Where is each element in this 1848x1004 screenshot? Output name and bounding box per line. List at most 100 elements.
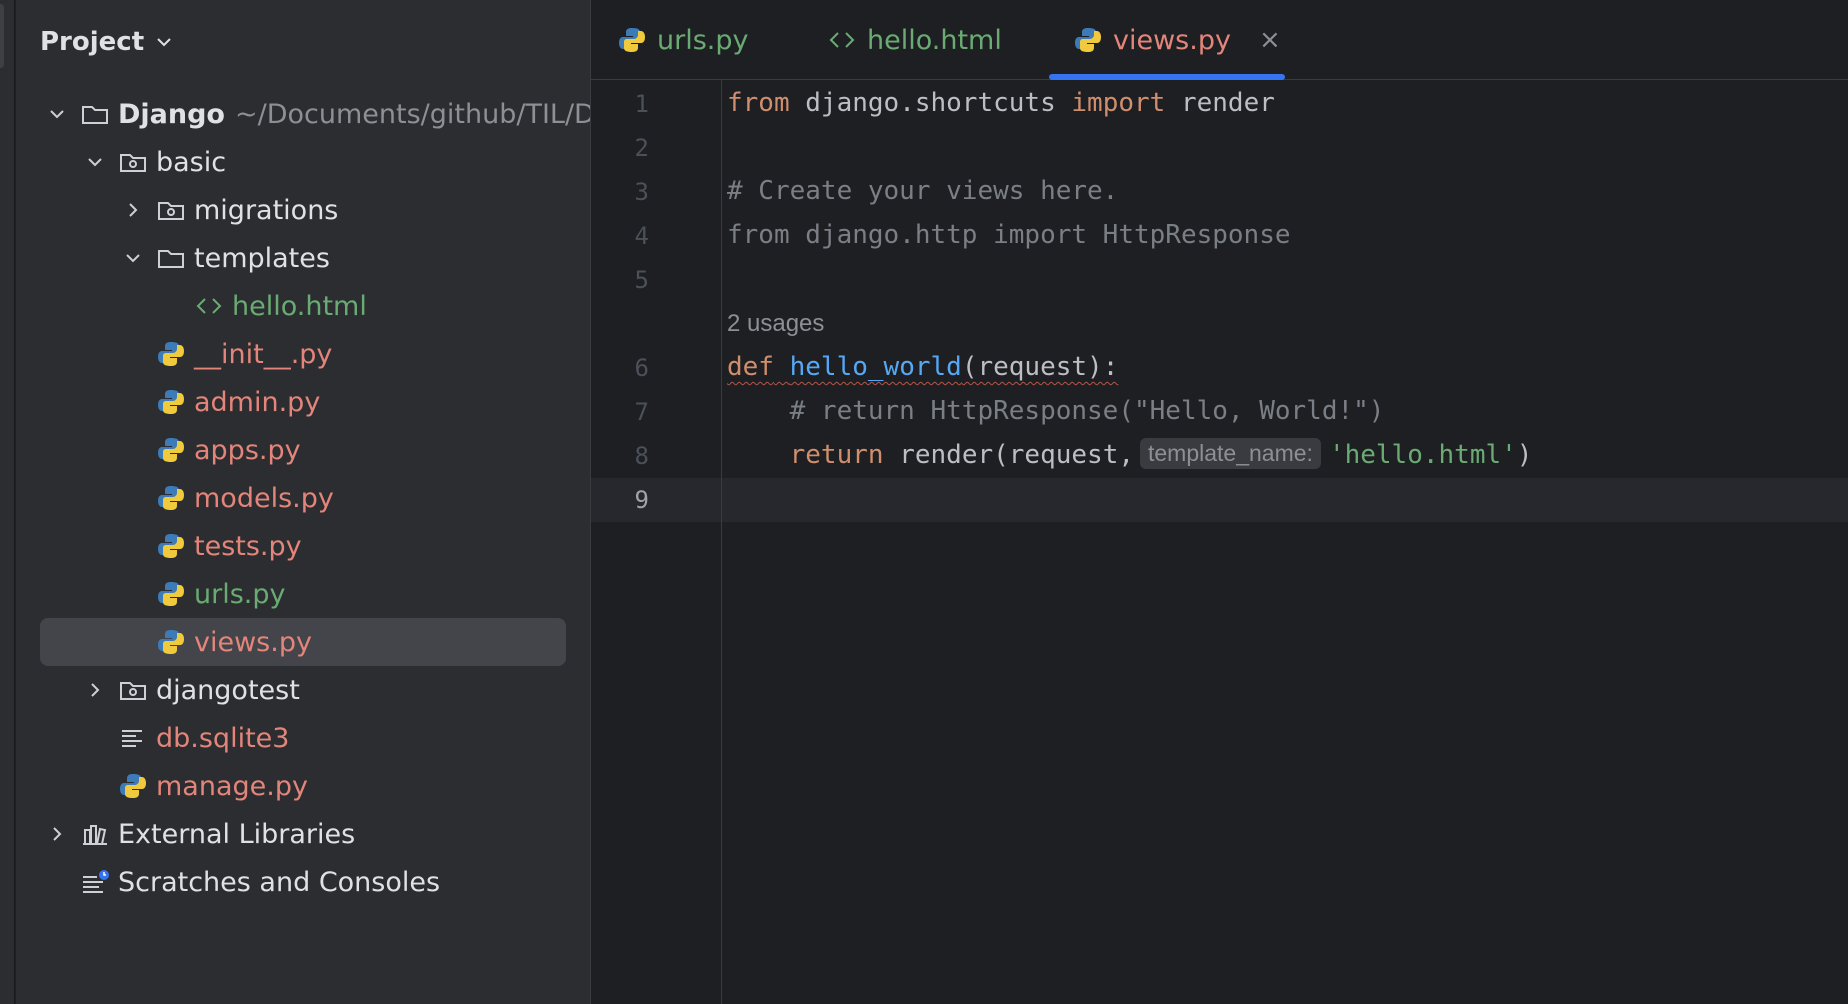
tree-item-label: hello.html [232, 290, 367, 322]
tree-item-apps-py[interactable]: apps.py [156, 426, 301, 474]
python-icon [156, 483, 186, 513]
chevron-down-icon [157, 38, 171, 47]
python-icon [1075, 28, 1101, 52]
tree-item-init-py[interactable]: __init__.py [156, 330, 332, 378]
code-line-4[interactable]: from django.http import HttpResponse [727, 220, 1291, 250]
python-icon [156, 339, 186, 369]
chevron-right-icon[interactable] [42, 819, 72, 849]
tree-item-label: basic [156, 146, 227, 178]
code-editor: urls.py hello.html views.py × 1 2 3 4 5 … [590, 0, 1848, 1004]
code-line-1[interactable]: from django.shortcuts import render [727, 88, 1275, 118]
code-paren: ) [1516, 440, 1533, 470]
usages-hint[interactable]: 2 usages [727, 310, 824, 338]
current-line-highlight [591, 478, 1848, 522]
python-icon [118, 771, 148, 801]
parameter-hint: template_name: [1140, 438, 1321, 469]
tree-item-urls-py[interactable]: urls.py [156, 570, 285, 618]
chevron-down-icon[interactable] [118, 243, 148, 273]
module-folder-icon [118, 675, 148, 705]
tab-urls-py[interactable]: urls.py [617, 0, 748, 80]
tree-item-djangotest[interactable]: djangotest [80, 666, 300, 714]
python-icon [156, 387, 186, 417]
folder-icon [80, 99, 110, 129]
tree-item-views-py[interactable]: views.py [156, 618, 312, 666]
module-folder-icon [118, 147, 148, 177]
tree-item-label: admin.py [194, 386, 321, 418]
tree-item-db-sqlite3[interactable]: db.sqlite3 [118, 714, 289, 762]
tree-item-label: Scratches and Consoles [118, 866, 441, 898]
tree-item-label: __init__.py [194, 338, 333, 370]
chevron-right-icon[interactable] [80, 675, 110, 705]
tree-item-label: djangotest [156, 674, 300, 706]
code-function-name: hello_world [789, 352, 962, 382]
tree-item-label: views.py [194, 626, 312, 658]
tree-item-scratches[interactable]: Scratches and Consoles [80, 858, 440, 906]
tree-item-admin-py[interactable]: admin.py [156, 378, 320, 426]
close-icon[interactable]: × [1259, 25, 1281, 55]
tree-item-label: manage.py [156, 770, 308, 802]
gutter-divider [721, 80, 722, 1004]
line-number: 5 [634, 266, 649, 294]
code-params: (request): [961, 352, 1119, 382]
tree-item-hello-html[interactable]: hello.html [194, 282, 367, 330]
chevron-down-icon[interactable] [80, 147, 110, 177]
folder-icon [156, 243, 186, 273]
line-number: 1 [634, 90, 649, 118]
code-string: 'hello.html' [1328, 440, 1517, 470]
scratches-icon [80, 867, 110, 897]
tree-item-label: templates [194, 242, 330, 274]
tree-item-django[interactable]: Django ~/Documents/github/TIL/Django [42, 90, 590, 138]
python-icon [156, 531, 186, 561]
code-name: render [1165, 88, 1275, 118]
active-tab-indicator [1049, 74, 1285, 80]
line-number-active: 9 [634, 486, 649, 514]
tree-item-templates[interactable]: templates [118, 234, 330, 282]
chevron-down-icon[interactable] [42, 99, 72, 129]
tree-item-path: ~/Documents/github/TIL/Django [235, 98, 590, 130]
tab-label: hello.html [867, 24, 1002, 56]
code-line-8[interactable]: return render(request, template_name:'hel… [727, 438, 1533, 471]
tree-item-models-py[interactable]: models.py [156, 474, 334, 522]
code-call: render(request, [883, 440, 1134, 470]
line-number: 7 [634, 398, 649, 426]
module-folder-icon [156, 195, 186, 225]
code-line-3[interactable]: # Create your views here. [727, 176, 1118, 206]
project-panel: Project Django ~/Documents/github/TIL/Dj… [16, 0, 590, 1004]
tab-views-py[interactable]: views.py × [1073, 0, 1281, 80]
tree-item-manage-py[interactable]: manage.py [118, 762, 308, 810]
tool-strip-indicator [0, 4, 4, 68]
line-number: 3 [634, 178, 649, 206]
code-keyword: from [727, 88, 790, 118]
html-icon [194, 291, 224, 321]
html-icon [829, 32, 855, 48]
code-keyword: return [789, 440, 884, 470]
tree-item-label: migrations [194, 194, 339, 226]
python-icon [156, 435, 186, 465]
tab-hello-html[interactable]: hello.html [827, 0, 1002, 80]
line-number: 6 [634, 354, 649, 382]
code-keyword: import [1071, 88, 1166, 118]
left-tool-strip [0, 0, 15, 1004]
tree-item-label: models.py [194, 482, 334, 514]
tree-item-label: tests.py [194, 530, 302, 562]
project-view-selector[interactable]: Project [40, 22, 174, 62]
tab-label: urls.py [657, 24, 749, 56]
tree-item-label: External Libraries [118, 818, 356, 850]
code-line-6[interactable]: def hello_world(request): [727, 352, 1118, 382]
tree-item-label: db.sqlite3 [156, 722, 290, 754]
line-number: 4 [634, 222, 649, 250]
python-icon [156, 579, 186, 609]
code-line-7[interactable]: # return HttpResponse("Hello, World!") [727, 396, 1385, 426]
tab-label: views.py [1113, 24, 1231, 56]
code-keyword: def [727, 352, 774, 382]
tree-item-tests-py[interactable]: tests.py [156, 522, 302, 570]
tree-item-basic[interactable]: basic [80, 138, 226, 186]
editor-tab-bar: urls.py hello.html views.py × [591, 0, 1848, 80]
tree-item-external-libraries[interactable]: External Libraries [42, 810, 355, 858]
tree-item-migrations[interactable]: migrations [118, 186, 338, 234]
project-title: Project [40, 27, 145, 57]
line-number: 8 [634, 442, 649, 470]
chevron-right-icon[interactable] [118, 195, 148, 225]
python-icon [619, 28, 645, 52]
